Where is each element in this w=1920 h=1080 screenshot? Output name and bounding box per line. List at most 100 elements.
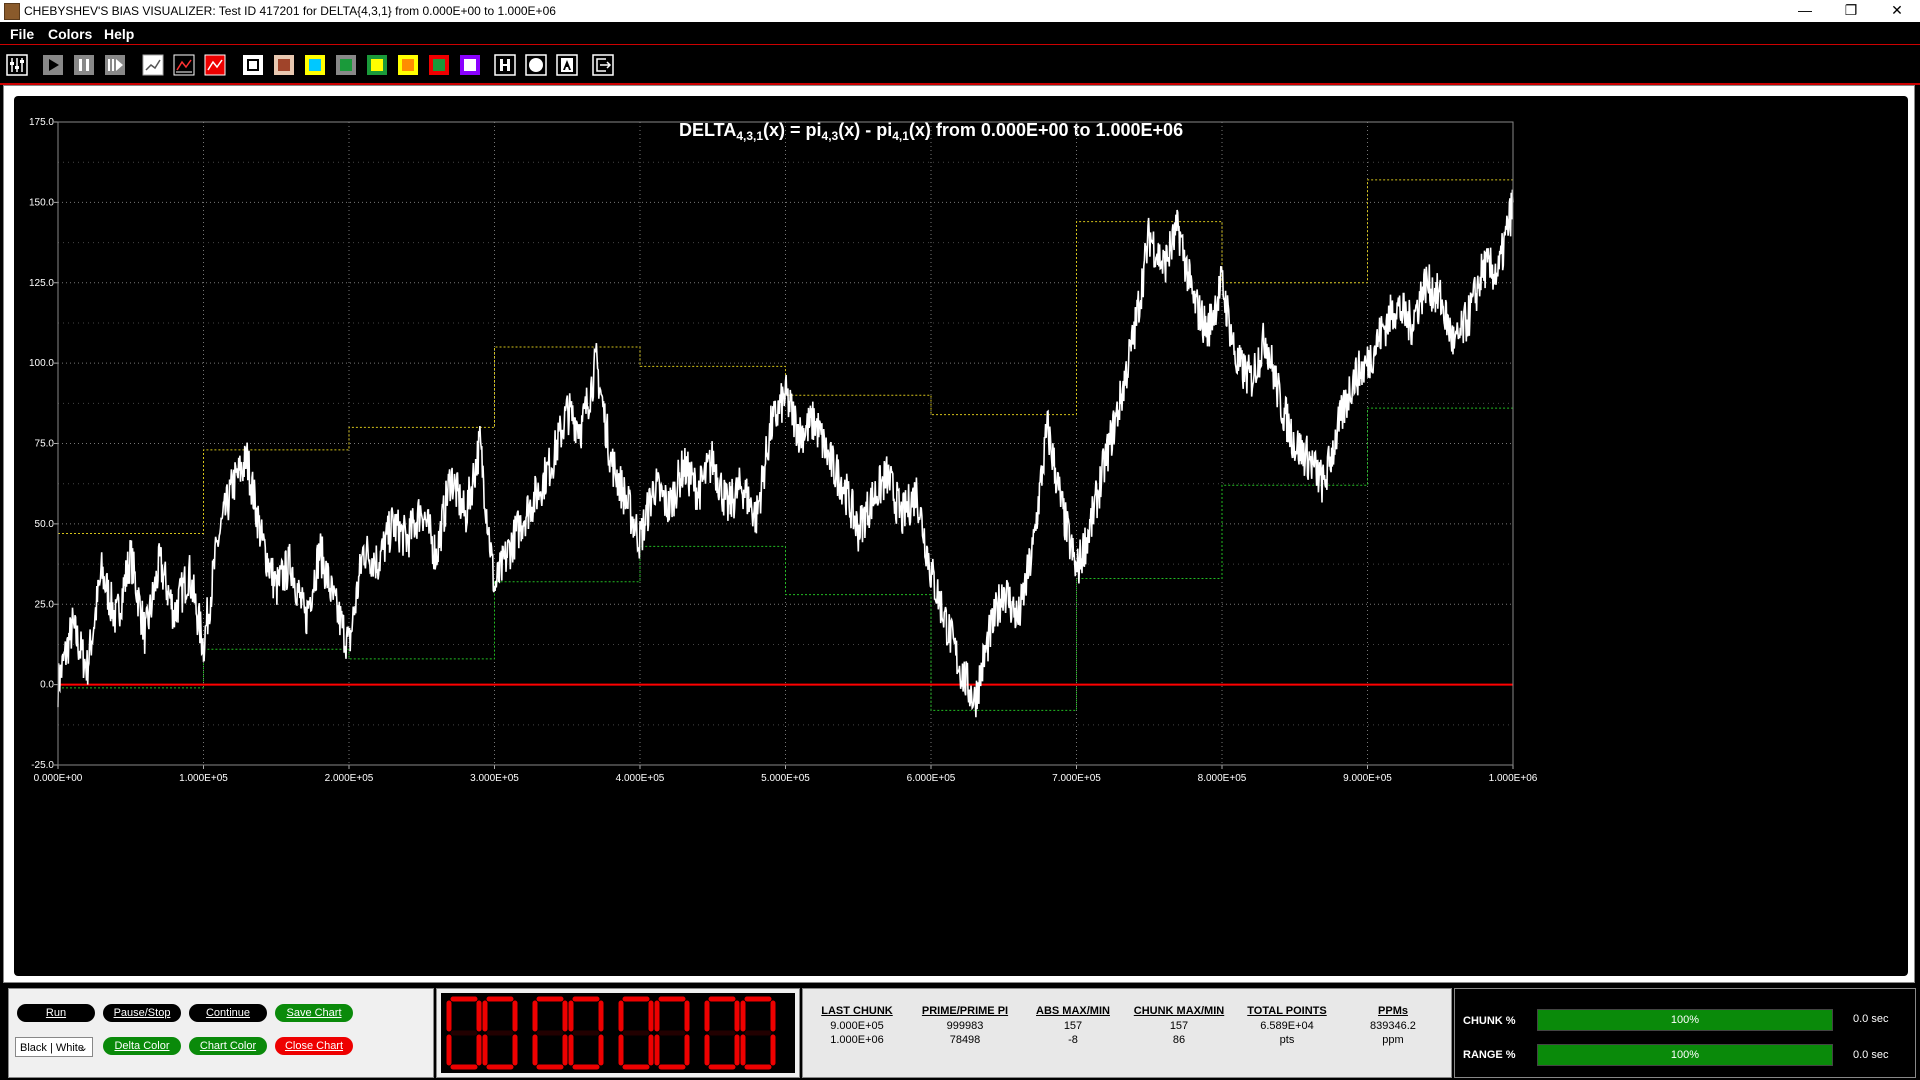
x-tick-label: 3.000E+05 bbox=[470, 773, 519, 784]
line-chart-red-icon[interactable] bbox=[204, 54, 226, 76]
toolbar bbox=[0, 45, 1920, 85]
circle-icon[interactable] bbox=[525, 54, 547, 76]
chart-color-button[interactable]: Chart Color bbox=[189, 1037, 267, 1055]
color-purple-icon[interactable] bbox=[459, 54, 481, 76]
x-tick-label: 9.000E+05 bbox=[1343, 773, 1392, 784]
progress-panel: CHUNK % 100% 0.0 sec RANGE % 100% 0.0 se… bbox=[1454, 988, 1916, 1078]
chunk-progress-bar: 100% bbox=[1537, 1009, 1833, 1031]
y-tick-label: 50.0 bbox=[35, 519, 55, 530]
restore-button[interactable]: ❐ bbox=[1828, 0, 1874, 22]
chart-title-mid1: (x) = pi bbox=[763, 120, 822, 140]
x-tick-label: 7.000E+05 bbox=[1052, 773, 1101, 784]
chart-title-mid2: (x) - pi bbox=[838, 120, 892, 140]
delta-color-button[interactable]: Delta Color bbox=[103, 1037, 181, 1055]
clock-digit bbox=[618, 996, 654, 1070]
chunk-progress-label: CHUNK % bbox=[1463, 1015, 1516, 1027]
y-tick-label: 75.0 bbox=[35, 439, 55, 450]
y-tick-label: 125.0 bbox=[29, 278, 54, 289]
y-tick-label: 100.0 bbox=[29, 358, 54, 369]
x-tick-label: 6.000E+05 bbox=[907, 773, 956, 784]
y-tick-label: 150.0 bbox=[29, 197, 54, 208]
close-chart-button[interactable]: Close Chart bbox=[275, 1037, 353, 1055]
exit-icon[interactable] bbox=[592, 54, 614, 76]
chart-title-sub2: 4,3 bbox=[822, 129, 839, 143]
chunk-time: 0.0 sec bbox=[1853, 1013, 1889, 1025]
chevron-down-icon: ⌄ bbox=[78, 1042, 88, 1054]
pause-stop-button[interactable]: Pause/Stop bbox=[103, 1004, 181, 1022]
close-window-button[interactable]: ✕ bbox=[1874, 0, 1920, 22]
stat-chunk-maxmin: CHUNK MAX/MIN 157 86 bbox=[1129, 1005, 1229, 1047]
stat-value: pts bbox=[1279, 1034, 1295, 1046]
stat-last-chunk: LAST CHUNK 9.000E+05 1.000E+06 bbox=[807, 1005, 907, 1047]
color-orange-icon[interactable] bbox=[397, 54, 419, 76]
color-scheme-select[interactable]: Black | White ⌄ bbox=[15, 1037, 93, 1057]
chart-title-sub3: 4,1 bbox=[892, 129, 909, 143]
control-panel: Run Pause/Stop Continue Save Chart Black… bbox=[8, 988, 434, 1078]
step-forward-icon[interactable] bbox=[104, 54, 126, 76]
y-tick-label: 0.0 bbox=[40, 680, 54, 691]
clock-digit bbox=[446, 996, 482, 1070]
timer-display bbox=[441, 993, 795, 1073]
color-brown-icon[interactable] bbox=[273, 54, 295, 76]
stat-value: 839346.2 bbox=[1370, 1020, 1416, 1032]
stat-value: 157 bbox=[1063, 1020, 1083, 1032]
h-icon[interactable] bbox=[494, 54, 516, 76]
chart-area: DELTA4,3,1(x) = pi4,3(x) - pi4,1(x) from… bbox=[14, 96, 1908, 976]
y-tick-label: 25.0 bbox=[35, 599, 55, 610]
stat-header: CHUNK MAX/MIN bbox=[1133, 1005, 1225, 1017]
chart-title-sub1: 4,3,1 bbox=[736, 129, 763, 143]
clock-digit bbox=[740, 996, 776, 1070]
app-icon bbox=[4, 3, 20, 20]
stat-value: 999983 bbox=[946, 1020, 984, 1032]
color-white-icon[interactable] bbox=[242, 54, 264, 76]
x-tick-label: 0.000E+00 bbox=[34, 773, 83, 784]
clock-digit bbox=[482, 996, 518, 1070]
range-time: 0.0 sec bbox=[1853, 1049, 1889, 1061]
a-icon[interactable] bbox=[556, 54, 578, 76]
stat-value: 1.000E+06 bbox=[830, 1034, 884, 1046]
stat-header: PRIME/PRIME PI bbox=[921, 1005, 1009, 1017]
stat-value: 78498 bbox=[949, 1034, 981, 1046]
run-button[interactable]: Run bbox=[17, 1004, 95, 1022]
chart-title-tail: (x) from 0.000E+00 to 1.000E+06 bbox=[909, 120, 1183, 140]
stat-total-points: TOTAL POINTS 6.589E+04 pts bbox=[1237, 1005, 1337, 1047]
x-tick-label: 1.000E+05 bbox=[179, 773, 228, 784]
menu-file[interactable]: File bbox=[10, 26, 34, 42]
menu-colors[interactable]: Colors bbox=[48, 26, 92, 42]
clock-digit bbox=[704, 996, 740, 1070]
timer-panel bbox=[436, 988, 800, 1078]
line-chart-white-icon[interactable] bbox=[142, 54, 164, 76]
line-chart-dark-icon[interactable] bbox=[173, 54, 195, 76]
color-yellow-icon[interactable] bbox=[366, 54, 388, 76]
clock-digit bbox=[532, 996, 568, 1070]
color-cyan-icon[interactable] bbox=[304, 54, 326, 76]
color-green-icon[interactable] bbox=[335, 54, 357, 76]
pause-icon[interactable] bbox=[73, 54, 95, 76]
stat-ppms: PPMs 839346.2 ppm bbox=[1343, 1005, 1443, 1047]
color-scheme-value: Black | White bbox=[20, 1042, 84, 1054]
continue-button[interactable]: Continue bbox=[189, 1004, 267, 1022]
stat-prime: PRIME/PRIME PI 999983 78498 bbox=[915, 1005, 1015, 1047]
stat-value: 9.000E+05 bbox=[830, 1020, 884, 1032]
range-progress-bar: 100% bbox=[1537, 1044, 1833, 1066]
stat-abs-maxmin: ABS MAX/MIN 157 -8 bbox=[1023, 1005, 1123, 1047]
chart-title: DELTA4,3,1(x) = pi4,3(x) - pi4,1(x) from… bbox=[679, 120, 1183, 143]
stat-header: LAST CHUNK bbox=[821, 1005, 893, 1017]
stat-header: PPMs bbox=[1378, 1005, 1408, 1017]
max-step-line bbox=[58, 179, 1513, 535]
x-tick-label: 5.000E+05 bbox=[761, 773, 810, 784]
menu-help[interactable]: Help bbox=[104, 26, 134, 42]
stat-header: ABS MAX/MIN bbox=[1036, 1005, 1110, 1017]
stat-header: TOTAL POINTS bbox=[1247, 1005, 1327, 1017]
save-chart-button[interactable]: Save Chart bbox=[275, 1004, 353, 1022]
clock-digit bbox=[654, 996, 690, 1070]
stat-value: -8 bbox=[1068, 1034, 1078, 1046]
title-bar: CHEBYSHEV'S BIAS VISUALIZER: Test ID 417… bbox=[0, 0, 1920, 22]
x-tick-label: 2.000E+05 bbox=[325, 773, 374, 784]
settings-sliders-icon[interactable] bbox=[6, 54, 28, 76]
stat-value: 157 bbox=[1169, 1020, 1189, 1032]
color-red-green-icon[interactable] bbox=[428, 54, 450, 76]
play-icon[interactable] bbox=[42, 54, 64, 76]
minimize-button[interactable]: — bbox=[1782, 0, 1828, 22]
seven-segment-clock bbox=[446, 996, 776, 1070]
